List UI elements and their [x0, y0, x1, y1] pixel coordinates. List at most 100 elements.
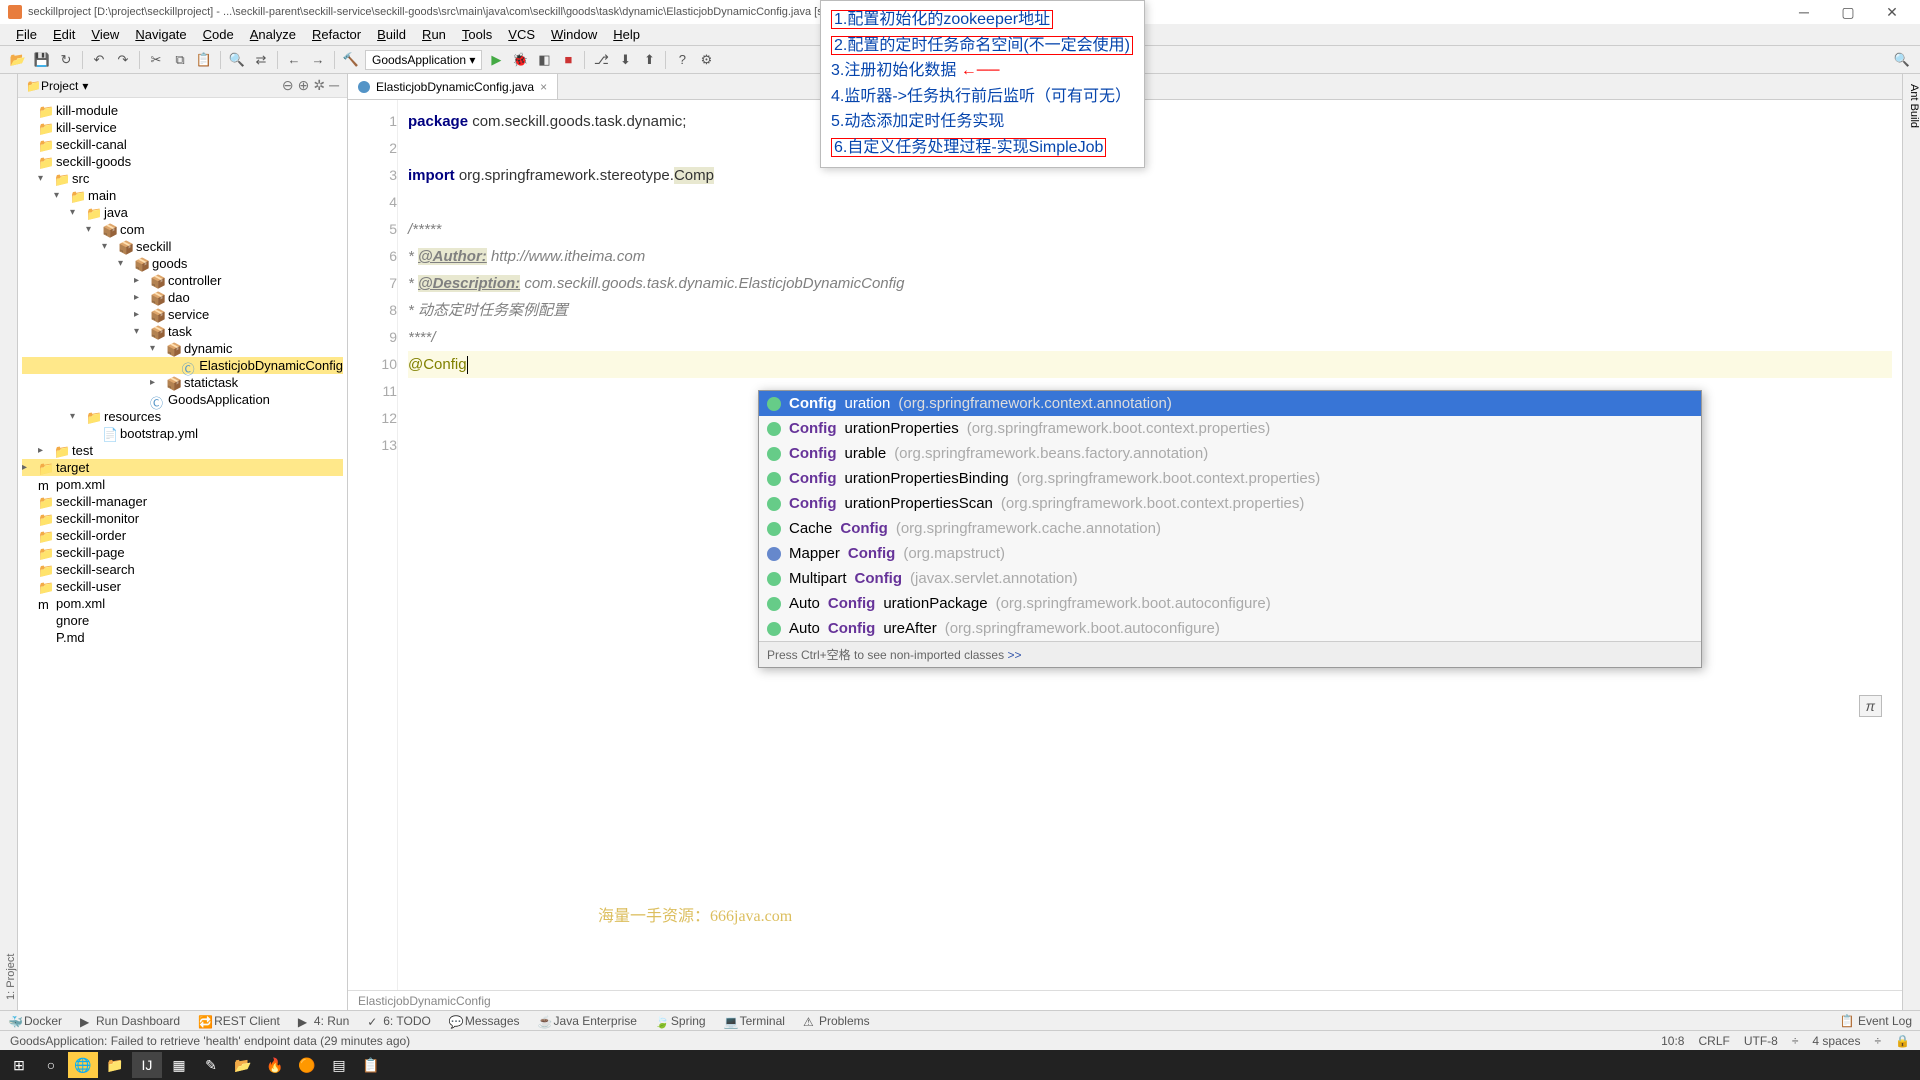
- tree-node[interactable]: ▾📦task: [22, 323, 343, 340]
- vcs-icon3[interactable]: ⬆: [639, 50, 659, 70]
- search-everywhere-icon[interactable]: 🔍: [1892, 50, 1912, 70]
- tree-node[interactable]: ▾📁src: [22, 170, 343, 187]
- tree-node[interactable]: ▾📦seckill: [22, 238, 343, 255]
- tree-node[interactable]: 📄bootstrap.yml: [22, 425, 343, 442]
- menu-vcs[interactable]: VCS: [500, 27, 543, 42]
- autocomplete-item[interactable]: Configurable (org.springframework.beans.…: [759, 441, 1701, 466]
- autocomplete-item[interactable]: CacheConfig (org.springframework.cache.a…: [759, 516, 1701, 541]
- tree-node[interactable]: 📁seckill-page: [22, 544, 343, 561]
- tree-node[interactable]: 📁seckill-search: [22, 561, 343, 578]
- tool-6-todo[interactable]: ✓6: TODO: [367, 1014, 431, 1028]
- tool-java-enterprise[interactable]: ☕Java Enterprise: [538, 1014, 637, 1028]
- autocomplete-item[interactable]: Configuration (org.springframework.conte…: [759, 391, 1701, 416]
- coverage-icon[interactable]: ◧: [534, 50, 554, 70]
- debug-icon[interactable]: 🐞: [510, 50, 530, 70]
- menu-edit[interactable]: Edit: [45, 27, 83, 42]
- tool-problems[interactable]: ⚠Problems: [803, 1014, 870, 1028]
- app-icon[interactable]: 📂: [228, 1052, 258, 1078]
- menu-analyze[interactable]: Analyze: [242, 27, 304, 42]
- autocomplete-item[interactable]: MapperConfig (org.mapstruct): [759, 541, 1701, 566]
- forward-icon[interactable]: →: [308, 50, 328, 70]
- stop-icon[interactable]: ■: [558, 50, 578, 70]
- tree-node[interactable]: 📁seckill-goods: [22, 153, 343, 170]
- maximize-button[interactable]: ▢: [1828, 2, 1868, 22]
- ant-tool-tab[interactable]: Ant Build: [1908, 84, 1920, 128]
- breadcrumb[interactable]: ElasticjobDynamicConfig: [358, 994, 491, 1008]
- menu-code[interactable]: Code: [195, 27, 242, 42]
- collapse-icon[interactable]: ⊖: [282, 77, 294, 94]
- hide-icon[interactable]: ─: [329, 77, 339, 94]
- cut-icon[interactable]: ✂: [146, 50, 166, 70]
- autocomplete-popup[interactable]: Configuration (org.springframework.conte…: [758, 390, 1702, 668]
- tree-node[interactable]: 📁seckill-monitor: [22, 510, 343, 527]
- settings-icon[interactable]: ✲: [313, 77, 325, 94]
- minimize-button[interactable]: ─: [1784, 2, 1824, 22]
- copy-icon[interactable]: ⧉: [170, 50, 190, 70]
- tree-node[interactable]: ▸📁target: [22, 459, 343, 476]
- vcs-icon[interactable]: ⎇: [591, 50, 611, 70]
- menu-view[interactable]: View: [83, 27, 127, 42]
- tree-node[interactable]: 📁seckill-canal: [22, 136, 343, 153]
- tree-node[interactable]: ▾📦com: [22, 221, 343, 238]
- tool-terminal[interactable]: 💻Terminal: [724, 1014, 785, 1028]
- tree-node[interactable]: ▾📁java: [22, 204, 343, 221]
- app-icon[interactable]: ▦: [164, 1052, 194, 1078]
- run-icon[interactable]: ▶: [486, 50, 506, 70]
- tree-node[interactable]: ⒸGoodsApplication: [22, 391, 343, 408]
- tree-node[interactable]: ▸📁test: [22, 442, 343, 459]
- tree-node[interactable]: ▸📦dao: [22, 289, 343, 306]
- undo-icon[interactable]: ↶: [89, 50, 109, 70]
- explorer-icon[interactable]: 📁: [100, 1052, 130, 1078]
- autocomplete-item[interactable]: ConfigurationPropertiesBinding (org.spri…: [759, 466, 1701, 491]
- tree-node[interactable]: mpom.xml: [22, 476, 343, 493]
- tree-node[interactable]: mpom.xml: [22, 595, 343, 612]
- autocomplete-item[interactable]: MultipartConfig (javax.servlet.annotatio…: [759, 566, 1701, 591]
- encoding[interactable]: UTF-8: [1744, 1034, 1778, 1048]
- tree-node[interactable]: ▾📦goods: [22, 255, 343, 272]
- close-button[interactable]: ✕: [1872, 2, 1912, 22]
- open-icon[interactable]: 📂: [8, 50, 28, 70]
- project-tool-tab[interactable]: 1: Project: [5, 84, 17, 1000]
- tree-node[interactable]: 📁seckill-user: [22, 578, 343, 595]
- tool-spring[interactable]: 🍃Spring: [655, 1014, 706, 1028]
- app-icon[interactable]: ✎: [196, 1052, 226, 1078]
- app-icon[interactable]: ▤: [324, 1052, 354, 1078]
- app-icon[interactable]: 📋: [356, 1052, 386, 1078]
- run-config-combo[interactable]: GoodsApplication ▾: [365, 50, 482, 70]
- settings-icon[interactable]: ⚙: [696, 50, 716, 70]
- tree-node[interactable]: ▾📁resources: [22, 408, 343, 425]
- tree-node[interactable]: ▸📦controller: [22, 272, 343, 289]
- line-sep[interactable]: CRLF: [1698, 1034, 1729, 1048]
- build-icon[interactable]: 🔨: [341, 50, 361, 70]
- menu-refactor[interactable]: Refactor: [304, 27, 369, 42]
- redo-icon[interactable]: ↷: [113, 50, 133, 70]
- refresh-icon[interactable]: ↻: [56, 50, 76, 70]
- tool-rest-client[interactable]: 🔁REST Client: [198, 1014, 280, 1028]
- menu-navigate[interactable]: Navigate: [127, 27, 194, 42]
- tool-4-run[interactable]: ▶4: Run: [298, 1014, 349, 1028]
- help-icon[interactable]: ?: [672, 50, 692, 70]
- tree-node[interactable]: ▾📁main: [22, 187, 343, 204]
- paste-icon[interactable]: 📋: [194, 50, 214, 70]
- save-icon[interactable]: 💾: [32, 50, 52, 70]
- tree-node[interactable]: ⒸElasticjobDynamicConfig: [22, 357, 343, 374]
- close-tab-icon[interactable]: ×: [540, 80, 547, 94]
- target-icon[interactable]: ⊕: [298, 77, 310, 94]
- tool-run-dashboard[interactable]: ▶Run Dashboard: [80, 1014, 180, 1028]
- tree-node[interactable]: 📁kill-module: [22, 102, 343, 119]
- tree-node[interactable]: P.md: [22, 629, 343, 646]
- tree-node[interactable]: ▾📦dynamic: [22, 340, 343, 357]
- menu-run[interactable]: Run: [414, 27, 454, 42]
- autocomplete-item[interactable]: AutoConfigureAfter (org.springframework.…: [759, 616, 1701, 641]
- tree-node[interactable]: ▸📦service: [22, 306, 343, 323]
- app-icon[interactable]: 🔥: [260, 1052, 290, 1078]
- event-log[interactable]: 📋 Event Log: [1840, 1014, 1912, 1028]
- find-icon[interactable]: 🔍: [227, 50, 247, 70]
- menu-window[interactable]: Window: [543, 27, 605, 42]
- editor-tab[interactable]: ElasticjobDynamicConfig.java ×: [348, 74, 558, 99]
- menu-file[interactable]: File: [8, 27, 45, 42]
- tree-node[interactable]: 📁kill-service: [22, 119, 343, 136]
- start-button[interactable]: ⊞: [4, 1052, 34, 1078]
- tree-node[interactable]: 📁seckill-order: [22, 527, 343, 544]
- tree-node[interactable]: 📁seckill-manager: [22, 493, 343, 510]
